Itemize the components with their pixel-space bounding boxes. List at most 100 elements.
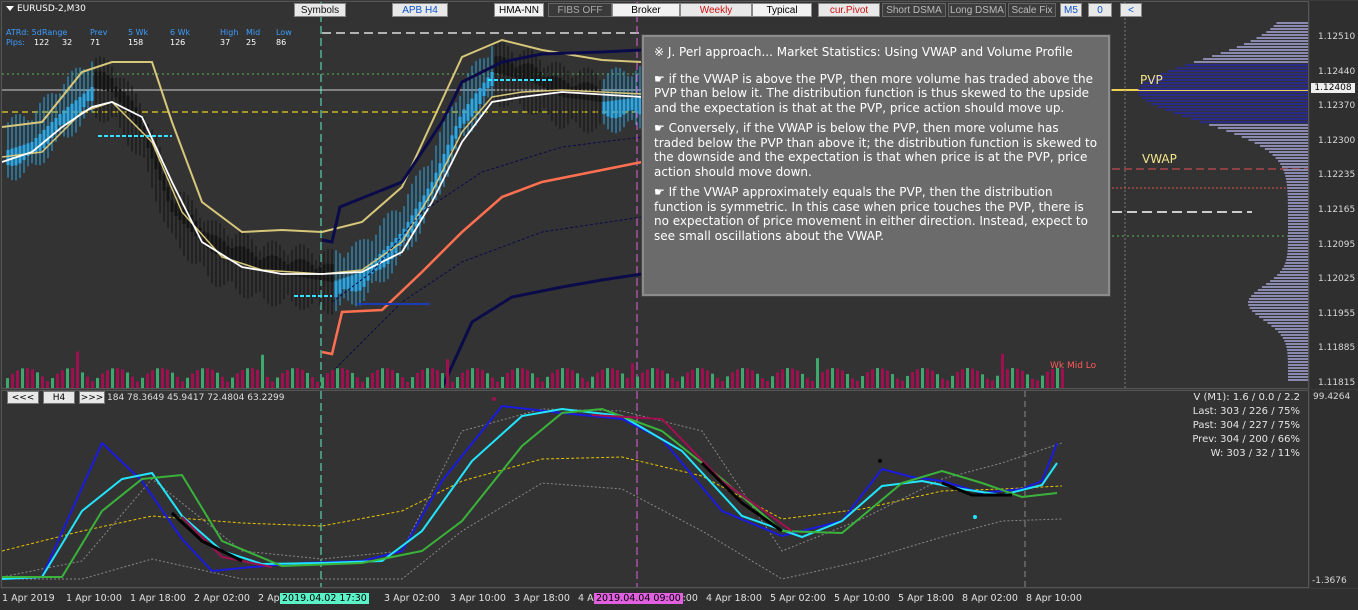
volume-profile-bar (1160, 73, 1308, 75)
volume-bar (801, 373, 804, 388)
volume-profile-bar (1286, 349, 1308, 351)
stat-line-prev: Prev: 304 / 200 / 66% (1192, 434, 1300, 445)
time-tick: 1 Apr 2019 (2, 593, 55, 604)
volume-bar (606, 368, 609, 388)
apb-h4-button[interactable]: APB H4 (392, 3, 448, 17)
chart-menu-icon[interactable] (6, 6, 14, 11)
volume-profile-bar (1248, 139, 1308, 141)
volume-bar (111, 368, 114, 388)
cyan-dot (973, 515, 977, 519)
volume-bar (136, 381, 139, 388)
volume-profile-bar (1287, 250, 1308, 252)
volume-profile-bar (1249, 307, 1308, 309)
volume-bar (921, 368, 924, 388)
volume-bar (426, 368, 429, 388)
indicator-axis[interactable]: 99.4264 -1.3676 (1310, 390, 1358, 588)
volume-bar (681, 376, 684, 388)
short-dsma-button[interactable]: Short DSMA (882, 3, 946, 17)
hma-nn-button[interactable]: HMA-NN (494, 3, 544, 17)
zero-button[interactable]: 0 (1088, 3, 1112, 17)
volume-bar (1011, 368, 1014, 388)
time-tick: 1 Apr 18:00 (130, 593, 186, 604)
volume-bar (151, 370, 154, 388)
volume-bar (316, 381, 319, 388)
volume-bar (686, 372, 689, 388)
volume-bar (776, 372, 779, 388)
volume-profile-bar (1287, 196, 1308, 198)
mid-band-dashed (331, 136, 643, 303)
candle-body (358, 272, 362, 291)
stats-values: Pips: 122 32 71 158 126 37 25 86 (6, 38, 296, 48)
candle-body (118, 89, 122, 103)
volume-bar (301, 369, 304, 388)
price-ma-line (2, 91, 643, 275)
wk-mid-lo-label: Wk Mid Lo (1050, 361, 1097, 371)
candle-body (602, 101, 606, 115)
typical-button[interactable]: Typical (752, 3, 812, 17)
m5-button[interactable]: M5 (1060, 3, 1082, 17)
market-statistics-note: ※ J. Perl approach... Market Statistics:… (642, 35, 1110, 296)
volume-profile-bar (1287, 367, 1308, 369)
cur-pivot-button[interactable]: cur.Pivot (818, 3, 880, 17)
time-axis[interactable]: 1 Apr 2019 1 Apr 10:00 1 Apr 18:00 2 Apr 02… (0, 589, 1358, 610)
volume-bar (741, 368, 744, 388)
indicator-chart[interactable] (1, 390, 1309, 588)
nav-next-button[interactable]: >>> (79, 391, 105, 404)
candle-body (86, 90, 90, 102)
volume-profile-bar (1260, 145, 1308, 147)
volume-bar (156, 368, 159, 388)
volume-bar (881, 368, 884, 388)
volume-profile-bar (1217, 127, 1308, 129)
volume-bar (476, 368, 479, 388)
volume-bar (11, 373, 14, 388)
stats-header: 6 Wk (170, 28, 191, 37)
volume-profile-bar (1287, 202, 1308, 204)
volume-bar (891, 374, 894, 388)
candle-body (562, 80, 566, 98)
long-dsma-button[interactable]: Long DSMA (948, 3, 1006, 17)
volume-bar (1061, 368, 1064, 388)
volume-bar (381, 368, 384, 388)
candle-body (458, 116, 462, 129)
volume-profile-bar (1220, 52, 1308, 54)
candle-body (466, 104, 470, 121)
nav-prev-button[interactable]: <<< (7, 391, 39, 404)
volume-bar (411, 377, 414, 388)
volume-bar (456, 377, 459, 388)
volume-bar (906, 375, 909, 388)
volume-profile-bar (1241, 136, 1308, 138)
volume-profile-bar (1140, 85, 1308, 87)
fibs-off-button[interactable]: FIBS OFF (548, 3, 612, 17)
time-tick: 5 Apr 02:00 (770, 593, 826, 604)
volume-bar (231, 377, 234, 388)
volume-bar (856, 380, 859, 388)
scale-fix-button[interactable]: Scale Fix (1008, 3, 1056, 17)
candle-body (482, 82, 486, 96)
volume-bar (421, 369, 424, 388)
volume-profile-bar (1283, 169, 1308, 171)
volume-profile-bar (1146, 100, 1308, 102)
volume-bar (621, 373, 624, 388)
volume-profile-bar (1151, 103, 1308, 105)
volume-bar (181, 381, 184, 388)
back-button[interactable]: < (1120, 3, 1142, 17)
volume-bar (546, 376, 549, 388)
weekly-button[interactable]: Weekly (680, 3, 752, 17)
volume-bar (721, 381, 724, 388)
volume-bar (21, 368, 24, 388)
volume-bar (656, 368, 659, 388)
nav-h4-button[interactable]: H4 (43, 391, 75, 404)
candle-body (234, 246, 238, 262)
price-axis[interactable]: 1.12510 1.12440 1.12370 1.12300 1.12235 1.121… (1310, 1, 1358, 389)
candle-body (38, 134, 42, 151)
volume-bar (336, 368, 339, 388)
symbols-button[interactable]: Symbols (294, 3, 346, 17)
volume-profile-bar (1287, 370, 1308, 372)
volume-bar (106, 370, 109, 388)
pvp-label: PVP (1140, 73, 1163, 87)
volume-bar (791, 368, 794, 388)
volume-bar (541, 381, 544, 388)
stats-header: Mid (246, 28, 261, 37)
volume-profile-bar (1287, 352, 1308, 354)
broker-button[interactable]: Broker (612, 3, 680, 17)
